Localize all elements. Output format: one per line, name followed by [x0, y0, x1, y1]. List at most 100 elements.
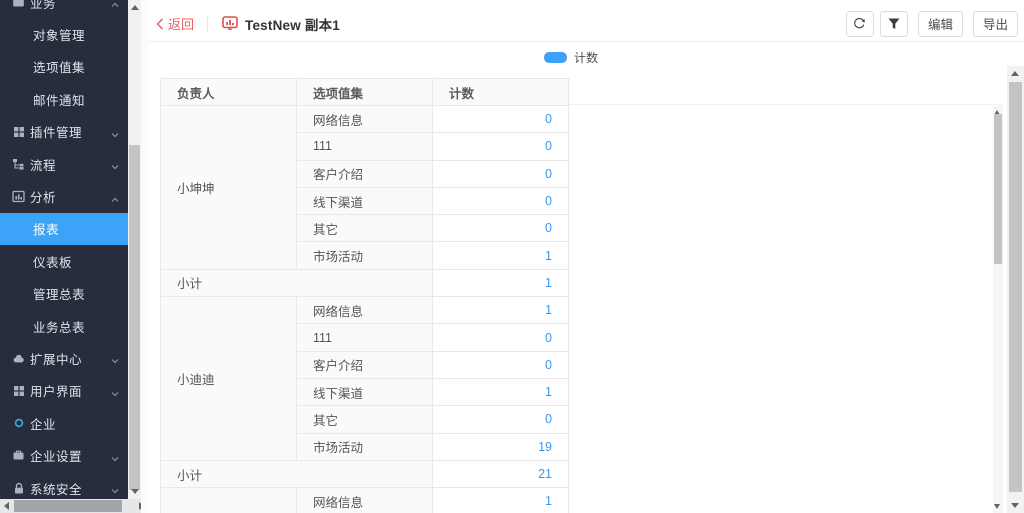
count-link[interactable]: 0 — [433, 133, 569, 160]
option-cell: 网络信息 — [297, 297, 433, 324]
app-window: 业务对象管理选项值集邮件通知插件管理流程分析报表仪表板管理总表业务总表扩展中心用… — [0, 0, 1024, 513]
count-link[interactable]: 1 — [433, 378, 569, 405]
sidebar-item-5[interactable]: 插件管理 — [0, 116, 128, 148]
option-cell: 市场活动 — [297, 433, 433, 460]
sidebar-item-10[interactable]: 管理总表 — [0, 278, 128, 310]
sidebar-item-9[interactable]: 仪表板 — [0, 245, 128, 277]
sidebar-hscrollbar-thumb[interactable] — [14, 500, 122, 512]
chevron-down-icon — [111, 160, 119, 168]
sidebar-vertical-scrollbar[interactable] — [128, 0, 141, 499]
extension-cloud-icon — [12, 352, 25, 365]
subtotal-label-cell: 小计 — [161, 460, 433, 487]
scroll-down-arrow-icon[interactable] — [994, 504, 1000, 509]
owner-cell: 小坤坤 — [161, 106, 297, 270]
sidebar-item-label: 业务总表 — [33, 317, 85, 336]
sidebar-item-13[interactable]: 用户界面 — [0, 375, 128, 407]
legend-color-swatch — [544, 52, 567, 63]
column-header-3: 计数 — [433, 79, 569, 106]
option-cell: 网络信息 — [297, 488, 433, 513]
count-link[interactable]: 0 — [433, 351, 569, 378]
count-link[interactable]: 0 — [433, 406, 569, 433]
scroll-left-arrow-icon[interactable] — [4, 502, 9, 510]
scroll-up-arrow-icon[interactable] — [1011, 71, 1019, 76]
report-table: 负责人选项值集计数 小坤坤网络信息01110客户介绍0线下渠道0其它0市场活动1… — [160, 78, 569, 513]
option-cell: 线下渠道 — [297, 378, 433, 405]
option-cell: 市场活动 — [297, 242, 433, 269]
table-header-row: 负责人选项值集计数 — [161, 79, 569, 106]
subtotal-row: 小计1 — [161, 269, 569, 296]
sidebar-item-label: 管理总表 — [33, 284, 85, 303]
chevron-down-icon — [111, 484, 119, 492]
back-label: 返回 — [168, 14, 194, 33]
page-vertical-scrollbar[interactable] — [1007, 66, 1024, 513]
count-link[interactable]: 1 — [433, 297, 569, 324]
chevron-down-icon — [111, 452, 119, 460]
count-link[interactable]: 0 — [433, 324, 569, 351]
sidebar-item-label: 扩展中心 — [30, 349, 82, 368]
sidebar-item-14[interactable]: 企业 — [0, 407, 128, 439]
sidebar-item-label: 系统安全 — [30, 479, 82, 498]
page-scrollbar-thumb[interactable] — [1009, 82, 1022, 492]
plugin-grid-icon — [12, 125, 25, 138]
sidebar-scrollbar-thumb[interactable] — [129, 145, 140, 490]
table-row: 小迪迪网络信息1 — [161, 297, 569, 324]
option-cell: 111 — [297, 133, 433, 160]
legend-label: 计数 — [574, 49, 598, 66]
chevron-down-icon — [111, 128, 119, 136]
option-cell: 线下渠道 — [297, 187, 433, 214]
subtotal-count-link[interactable]: 1 — [433, 269, 569, 296]
sidebar-item-label: 企业设置 — [30, 446, 82, 465]
scroll-down-arrow-icon[interactable] — [131, 489, 139, 494]
table-scrollbar-thumb[interactable] — [994, 114, 1002, 264]
refresh-icon — [853, 17, 866, 30]
sidebar-item-8[interactable]: 报表 — [0, 213, 128, 245]
enterprise-settings-icon — [12, 449, 25, 462]
sidebar-item-label: 对象管理 — [33, 25, 85, 44]
back-button[interactable]: 返回 — [156, 14, 194, 33]
sidebar-item-label: 用户界面 — [30, 381, 82, 400]
edit-button[interactable]: 编辑 — [918, 11, 963, 37]
sidebar-item-4[interactable]: 邮件通知 — [0, 83, 128, 115]
chevron-up-icon — [111, 0, 119, 6]
option-cell: 网络信息 — [297, 106, 433, 133]
sidebar-item-7[interactable]: 分析 — [0, 180, 128, 212]
sidebar-item-label: 分析 — [30, 187, 56, 206]
option-cell: 客户介绍 — [297, 351, 433, 378]
sidebar-item-1[interactable]: 业务 — [0, 0, 128, 18]
count-link[interactable]: 1 — [433, 242, 569, 269]
count-link[interactable]: 1 — [433, 488, 569, 513]
count-link[interactable]: 0 — [433, 106, 569, 133]
option-cell: 其它 — [297, 215, 433, 242]
filter-icon — [888, 18, 900, 30]
count-link[interactable]: 0 — [433, 215, 569, 242]
sidebar-item-16[interactable]: 系统安全 — [0, 472, 128, 499]
option-cell: 其它 — [297, 406, 433, 433]
security-lock-icon — [12, 482, 25, 495]
sidebar-item-2[interactable]: 对象管理 — [0, 18, 128, 50]
sidebar-horizontal-scrollbar[interactable] — [0, 499, 148, 513]
table-vertical-scrollbar[interactable] — [993, 106, 1003, 513]
sidebar-item-12[interactable]: 扩展中心 — [0, 342, 128, 374]
refresh-button[interactable] — [846, 11, 874, 37]
report-icon — [222, 16, 238, 31]
export-button[interactable]: 导出 — [973, 11, 1018, 37]
chart-legend[interactable]: 计数 — [148, 48, 994, 66]
chevron-up-icon — [111, 193, 119, 201]
sidebar-item-3[interactable]: 选项值集 — [0, 51, 128, 83]
sidebar-item-6[interactable]: 流程 — [0, 148, 128, 180]
page-title: TestNew 副本1 — [245, 14, 340, 34]
scroll-down-arrow-icon[interactable] — [1011, 503, 1019, 508]
filter-button[interactable] — [880, 11, 908, 37]
option-cell: 客户介绍 — [297, 160, 433, 187]
count-link[interactable]: 0 — [433, 187, 569, 214]
chevron-left-icon — [156, 18, 164, 30]
subtotal-count-link[interactable]: 21 — [433, 460, 569, 487]
main-content: 返回 TestNew 副本1 — [148, 0, 1024, 513]
count-link[interactable]: 19 — [433, 433, 569, 460]
option-cell: 111 — [297, 324, 433, 351]
subtotal-row: 小计21 — [161, 460, 569, 487]
sidebar-item-11[interactable]: 业务总表 — [0, 310, 128, 342]
scroll-up-arrow-icon[interactable] — [131, 5, 139, 10]
count-link[interactable]: 0 — [433, 160, 569, 187]
sidebar-item-15[interactable]: 企业设置 — [0, 439, 128, 471]
